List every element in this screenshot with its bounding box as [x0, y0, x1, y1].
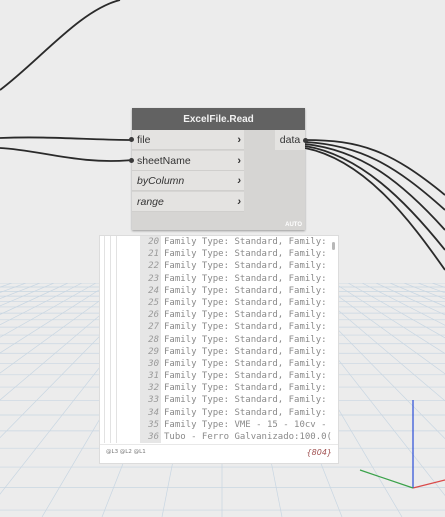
list-item-index: 22	[140, 260, 161, 273]
preview-footer: @L3 @L2 @L1 {804}	[100, 444, 338, 463]
list-item[interactable]: 22 Family Type: Standard, Family:	[140, 260, 332, 273]
list-item-value: Family Type: Standard, Family:	[164, 237, 327, 247]
input-port-file[interactable]: file ›	[132, 130, 244, 150]
list-item-index: 25	[140, 296, 161, 310]
list-item-value: Family Type: Standard, Family:	[164, 297, 327, 308]
list-item-value: Family Type: Standard, Family:	[164, 407, 327, 418]
chevron-right-icon: ›	[237, 134, 241, 146]
list-item-index: 26	[140, 309, 161, 322]
list-item-index: 21	[140, 248, 161, 261]
list-item-value: Family Type: VME - 15 - 10cv -	[164, 419, 327, 430]
list-item[interactable]: 21 Family Type: Standard, Family:	[140, 248, 332, 261]
list-item[interactable]: 33 Family Type: Standard, Family:	[140, 394, 332, 407]
list-item-value: Family Type: Standard, Family:	[164, 310, 327, 321]
list-item-index: 32	[140, 382, 161, 395]
list-item[interactable]: 26 Family Type: Standard, Family:	[140, 309, 332, 322]
list-item[interactable]: 20 Family Type: Standard, Family:	[140, 236, 332, 249]
list-item-value: Family Type: Standard, Family:	[164, 395, 327, 406]
list-item[interactable]: 27 Family Type: Standard, Family:	[140, 321, 332, 334]
port-label: sheetName	[137, 154, 191, 167]
list-item-value: Family Type: Standard, Family:	[164, 273, 327, 284]
item-count: {804}	[306, 448, 332, 457]
port-label: range	[137, 195, 164, 208]
list-item-index: 36	[140, 431, 161, 444]
chevron-right-icon: ›	[237, 175, 241, 187]
node-preview-bubble[interactable]: 20 Family Type: Standard, Family: 21 Family…	[99, 235, 339, 464]
input-connector-dot[interactable]	[129, 137, 134, 142]
list-item-index: 34	[140, 406, 161, 419]
list-item-index: 30	[140, 357, 161, 371]
chevron-right-icon: ›	[237, 154, 241, 167]
list-item[interactable]: 31 Family Type: Standard, Family:	[140, 370, 332, 383]
list-item-value: Family Type: Standard, Family:	[164, 371, 327, 382]
list-item-index: 24	[140, 284, 161, 297]
list-item-index: 28	[140, 333, 161, 346]
input-port-bycolumn[interactable]: byColumn ›	[132, 171, 244, 191]
preview-list[interactable]: 20 Family Type: Standard, Family: 21 Family…	[140, 236, 332, 444]
list-item-value: Tubo - Ferro Galvanizado:100.0(	[164, 432, 332, 442]
list-item-value: Family Type: Standard, Family:	[164, 285, 327, 296]
node-title[interactable]: ExcelFile.Read	[132, 108, 305, 130]
list-item[interactable]: 24 Family Type: Standard, Family:	[140, 284, 332, 297]
output-connector-dot[interactable]	[303, 138, 308, 143]
list-item-value: Family Type: Standard, Family:	[164, 334, 327, 345]
port-label: file	[137, 134, 151, 146]
list-item-value: Family Type: Standard, Family:	[164, 346, 327, 357]
list-item[interactable]: 35 Family Type: VME - 15 - 10cv -	[140, 418, 332, 431]
list-item-value: Family Type: Standard, Family:	[164, 383, 327, 394]
excelfile-read-node[interactable]: ExcelFile.Read file › sheetName › byColu…	[132, 108, 305, 230]
list-item-index: 35	[140, 418, 161, 431]
list-item[interactable]: 36 Tubo - Ferro Galvanizado:100.0(	[140, 431, 332, 444]
port-label: byColumn	[137, 175, 185, 187]
list-item-value: Family Type: Standard, Family:	[164, 322, 327, 333]
output-port-data[interactable]: data	[275, 130, 305, 150]
list-item-value: Family Type: Standard, Family:	[164, 261, 327, 272]
list-item[interactable]: 30 Family Type: Standard, Family:	[140, 357, 332, 371]
input-ports: file › sheetName › byColumn › range ›	[132, 130, 244, 212]
auto-badge: AUTO	[285, 222, 302, 228]
list-item[interactable]: 25 Family Type: Standard, Family:	[140, 296, 332, 310]
list-item-value: Family Type: Standard, Family:	[164, 358, 327, 369]
list-item-index: 23	[140, 272, 161, 285]
preview-scrollbar[interactable]	[332, 242, 335, 250]
list-item-index: 31	[140, 370, 161, 383]
list-item-index: 29	[140, 345, 161, 358]
list-item-index: 27	[140, 321, 161, 334]
axis-gizmo	[359, 400, 445, 489]
list-item[interactable]: 23 Family Type: Standard, Family:	[140, 272, 332, 285]
list-item[interactable]: 34 Family Type: Standard, Family:	[140, 406, 332, 419]
list-item[interactable]: 29 Family Type: Standard, Family:	[140, 345, 332, 358]
list-item-value: Family Type: Standard, Family:	[164, 249, 327, 260]
input-port-sheetname[interactable]: sheetName ›	[132, 150, 244, 171]
list-item-index: 20	[140, 236, 161, 249]
input-connector-dot[interactable]	[129, 158, 134, 163]
list-item-index: 33	[140, 394, 161, 407]
list-item[interactable]: 32 Family Type: Standard, Family:	[140, 382, 332, 395]
list-item[interactable]: 28 Family Type: Standard, Family:	[140, 333, 332, 346]
input-port-range[interactable]: range ›	[132, 191, 244, 212]
list-levels[interactable]: @L3 @L2 @L1	[106, 449, 146, 455]
chevron-right-icon: ›	[237, 195, 241, 208]
